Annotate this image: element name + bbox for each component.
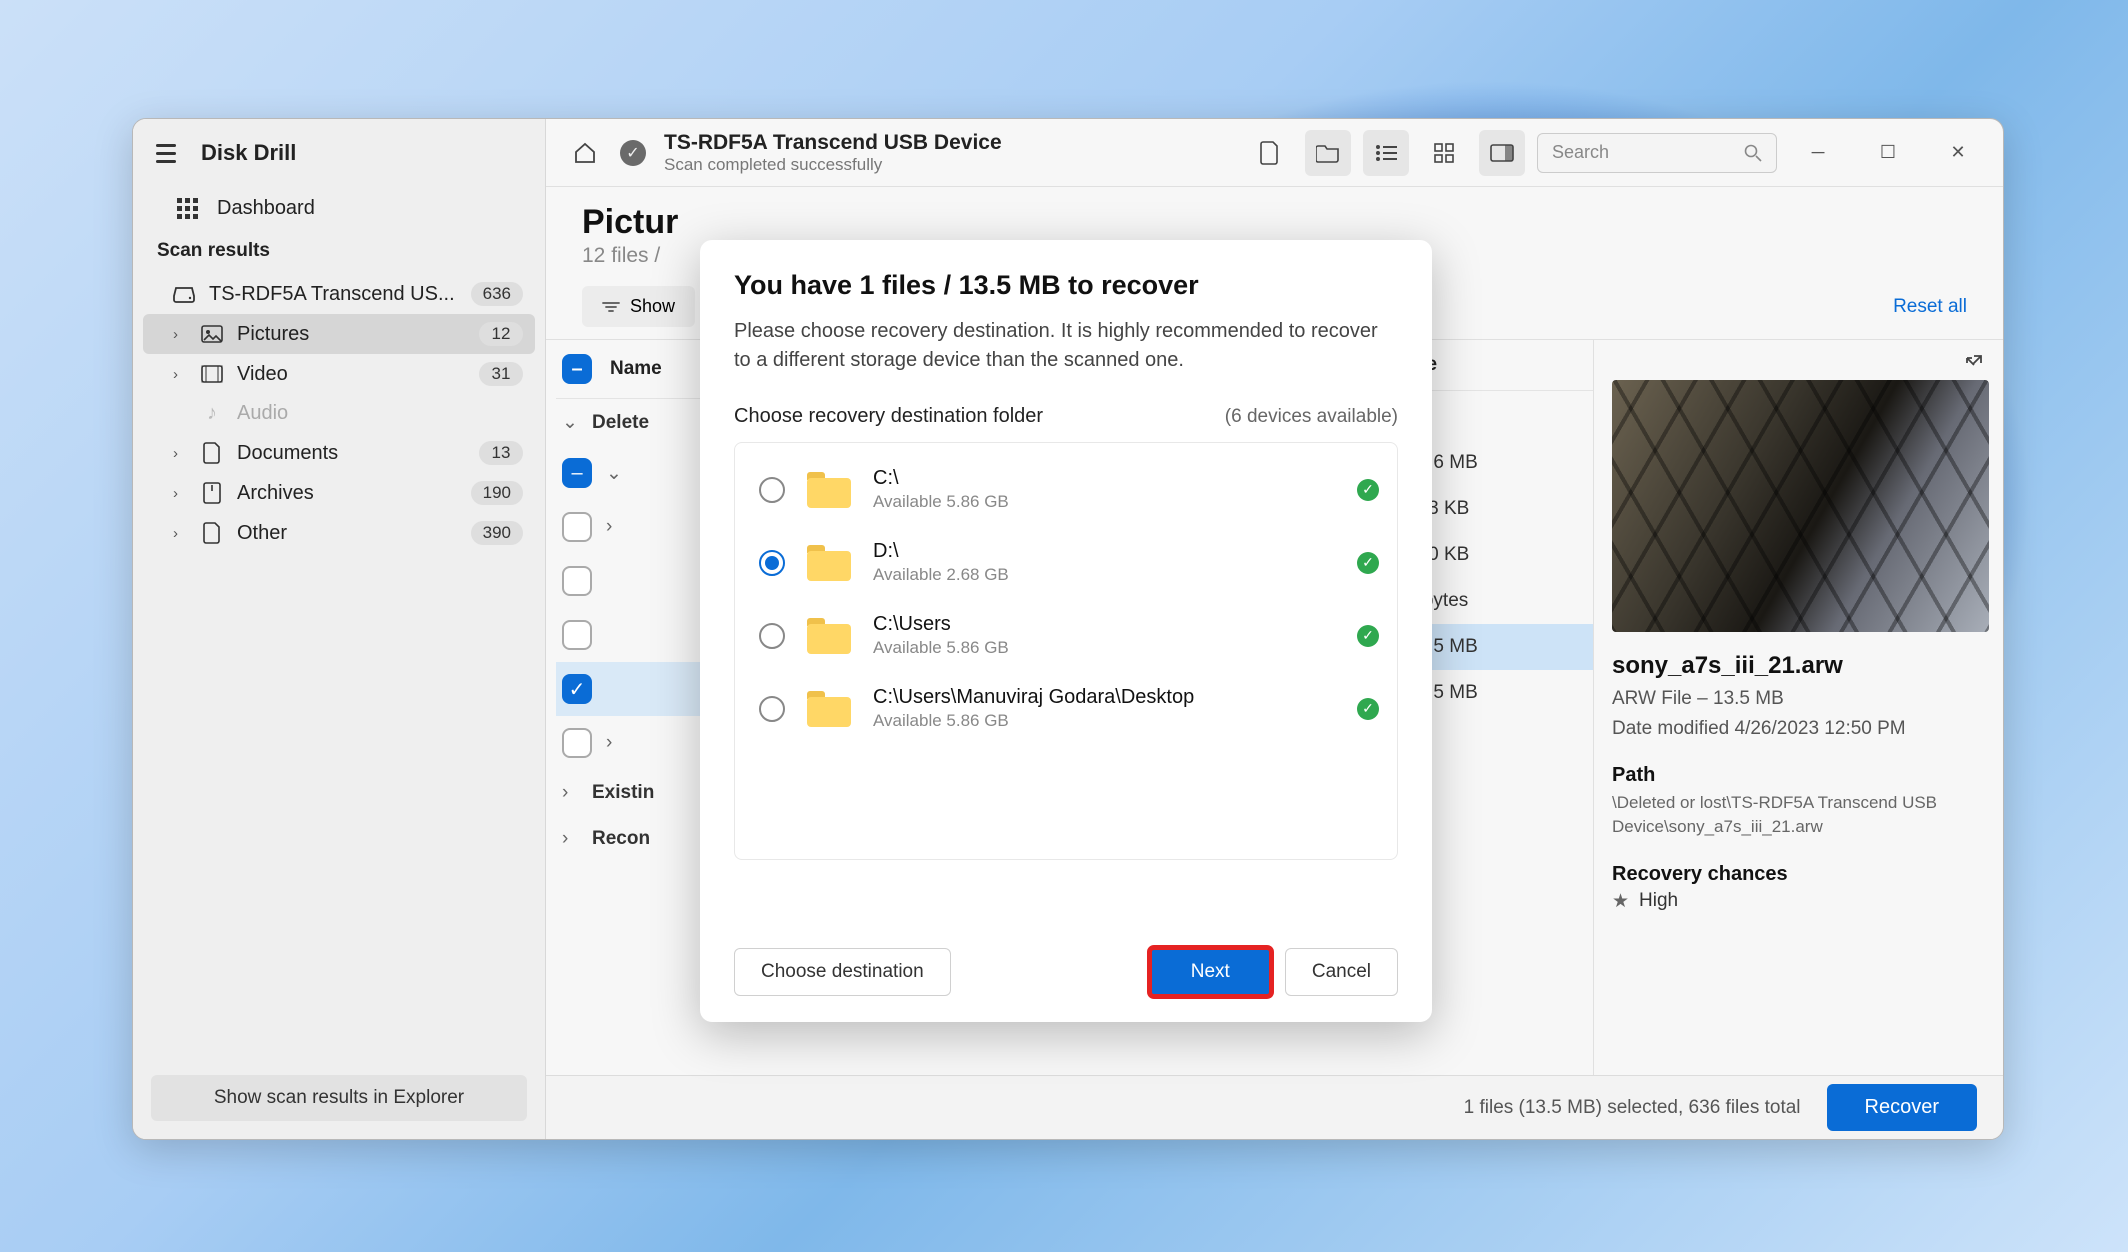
folder-icon	[807, 618, 851, 654]
folder-icon	[807, 691, 851, 727]
row-checkbox[interactable]	[562, 620, 592, 650]
close-button[interactable]: ✕	[1929, 130, 1987, 176]
dialog-subtitle: Please choose recovery destination. It i…	[734, 317, 1398, 375]
sidebar-item-video[interactable]: › Video 31	[143, 354, 535, 394]
radio-button[interactable]	[759, 623, 785, 649]
dialog-title: You have 1 files / 13.5 MB to recover	[734, 270, 1398, 301]
audio-icon: ♪	[201, 403, 223, 425]
titlebar: ✓ TS-RDF5A Transcend USB Device Scan com…	[546, 119, 2003, 187]
row-checkbox[interactable]	[562, 728, 592, 758]
page-title: Pictur	[582, 203, 1967, 242]
folder-icon	[807, 545, 851, 581]
list-view-icon[interactable]	[1363, 130, 1409, 176]
folder-view-icon[interactable]	[1305, 130, 1351, 176]
sidebar-item-archives[interactable]: › Archives 190	[143, 473, 535, 513]
maximize-button[interactable]: ☐	[1859, 130, 1917, 176]
home-icon[interactable]	[562, 130, 608, 176]
file-view-icon[interactable]	[1247, 130, 1293, 176]
archive-icon	[201, 482, 223, 504]
grid-view-icon[interactable]	[1421, 130, 1467, 176]
chevron-down-icon: ⌄	[606, 462, 622, 485]
panel-toggle-icon[interactable]	[1479, 130, 1525, 176]
ok-icon: ✓	[1357, 625, 1379, 647]
folder-icon	[807, 472, 851, 508]
preview-filetype: ARW File – 13.5 MB	[1612, 688, 1989, 710]
ok-icon: ✓	[1357, 479, 1379, 501]
sidebar: Disk Drill Dashboard Scan results TS-RDF…	[133, 119, 546, 1139]
radio-button[interactable]	[759, 550, 785, 576]
destination-option-selected[interactable]: D:\ Available 2.68 GB ✓	[749, 526, 1389, 599]
ok-icon: ✓	[1357, 698, 1379, 720]
chevron-right-icon: ›	[173, 485, 187, 502]
search-input[interactable]: Search	[1537, 133, 1777, 173]
chevron-right-icon: ›	[562, 782, 578, 804]
chevron-right-icon: ›	[562, 828, 578, 850]
show-filter-button[interactable]: Show	[582, 286, 695, 327]
cancel-button[interactable]: Cancel	[1285, 948, 1398, 996]
recover-button[interactable]: Recover	[1827, 1084, 1977, 1131]
row-checkbox[interactable]: –	[562, 458, 592, 488]
header-subtitle: Scan completed successfully	[664, 155, 1002, 175]
preview-modified: Date modified 4/26/2023 12:50 PM	[1612, 718, 1989, 740]
sidebar-device[interactable]: TS-RDF5A Transcend US... 636	[143, 274, 535, 314]
chevron-right-icon: ›	[173, 525, 187, 542]
choose-destination-button[interactable]: Choose destination	[734, 948, 951, 996]
preview-filename: sony_a7s_iii_21.arw	[1612, 652, 1989, 680]
sidebar-item-documents[interactable]: › Documents 13	[143, 433, 535, 473]
choose-destination-label: Choose recovery destination folder	[734, 405, 1043, 428]
preview-pane: sony_a7s_iii_21.arw ARW File – 13.5 MB D…	[1593, 340, 2003, 1075]
radio-button[interactable]	[759, 696, 785, 722]
recovery-chance-value: High	[1639, 890, 1678, 912]
document-icon	[201, 442, 223, 464]
devices-available-label: (6 devices available)	[1225, 406, 1398, 428]
radio-button[interactable]	[759, 477, 785, 503]
reset-all-link[interactable]: Reset all	[1893, 296, 1967, 318]
next-button[interactable]: Next	[1150, 948, 1271, 996]
selection-summary: 1 files (13.5 MB) selected, 636 files to…	[1464, 1097, 1801, 1119]
preview-recovery-label: Recovery chances	[1612, 863, 1989, 886]
recovery-destination-dialog: You have 1 files / 13.5 MB to recover Pl…	[700, 240, 1432, 1022]
select-all-checkbox[interactable]: –	[562, 354, 592, 384]
chevron-right-icon: ›	[606, 732, 622, 754]
drive-icon	[173, 283, 195, 305]
hamburger-icon[interactable]	[151, 138, 181, 168]
chevron-right-icon: ›	[173, 366, 187, 383]
picture-icon	[201, 323, 223, 345]
video-icon	[201, 363, 223, 385]
file-icon	[201, 522, 223, 544]
chevron-right-icon: ›	[173, 326, 187, 343]
preview-path-label: Path	[1612, 764, 1989, 787]
filter-icon	[602, 300, 620, 314]
status-ok-icon: ✓	[620, 140, 646, 166]
row-checkbox[interactable]: ✓	[562, 674, 592, 704]
destination-option[interactable]: C:\Users\Manuviraj Godara\Desktop Availa…	[749, 672, 1389, 745]
count-badge: 636	[471, 282, 523, 306]
sidebar-item-audio[interactable]: › ♪ Audio	[143, 394, 535, 433]
chevron-right-icon: ›	[606, 516, 622, 538]
preview-image	[1612, 380, 1989, 632]
header-title: TS-RDF5A Transcend USB Device	[664, 131, 1002, 155]
app-title: Disk Drill	[201, 140, 296, 166]
column-name: Name	[610, 358, 662, 380]
search-icon	[1744, 144, 1762, 162]
destination-list[interactable]: C:\ Available 5.86 GB ✓ D:\ Available 2.…	[734, 442, 1398, 860]
chevron-right-icon: ›	[173, 445, 187, 462]
preview-path: \Deleted or lost\TS-RDF5A Transcend USB …	[1612, 791, 1989, 839]
sidebar-item-other[interactable]: › Other 390	[143, 513, 535, 553]
destination-option[interactable]: C:\Users Available 5.86 GB ✓	[749, 599, 1389, 672]
status-bar: 1 files (13.5 MB) selected, 636 files to…	[546, 1075, 2003, 1139]
ok-icon: ✓	[1357, 552, 1379, 574]
minimize-button[interactable]: ─	[1789, 130, 1847, 176]
sidebar-section-scan-results: Scan results	[133, 230, 545, 272]
destination-option[interactable]: C:\ Available 5.86 GB ✓	[749, 453, 1389, 526]
row-checkbox[interactable]	[562, 512, 592, 542]
chevron-down-icon: ⌄	[562, 411, 578, 434]
nav-dashboard[interactable]: Dashboard	[133, 187, 545, 230]
dashboard-icon	[177, 198, 199, 220]
star-icon: ★	[1612, 890, 1629, 913]
row-checkbox[interactable]	[562, 566, 592, 596]
open-external-icon[interactable]	[1963, 354, 1983, 374]
sidebar-item-pictures[interactable]: › Pictures 12	[143, 314, 535, 354]
show-in-explorer-button[interactable]: Show scan results in Explorer	[151, 1075, 527, 1121]
